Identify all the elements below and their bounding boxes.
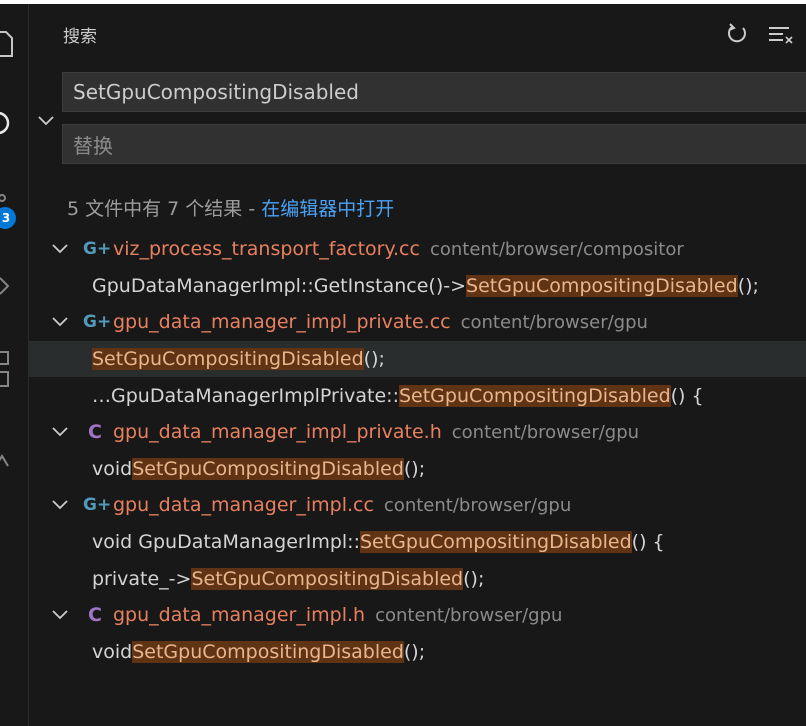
match-line[interactable]: void SetGpuCompositingDisabled (); (29, 634, 806, 671)
file-name: gpu_data_manager_impl.h (113, 604, 366, 627)
cpp-file-icon: G+ (83, 495, 112, 516)
search-panel: 搜索 SetGpuCompositingDisabled 替换 5 文件中有 7… (29, 4, 806, 726)
match-line[interactable]: GpuDataManagerImpl::GetInstance()-> SetGp… (29, 268, 806, 305)
match-prefix: void (92, 640, 133, 663)
file-name: gpu_data_manager_impl_private.cc (113, 311, 451, 334)
match-highlight: SetGpuCompositingDisabled (466, 274, 738, 297)
c-header-file-icon: C (88, 421, 102, 444)
chevron-down-icon[interactable] (51, 609, 69, 621)
match-suffix: () { (670, 384, 704, 407)
cpp-file-icon: G+ (83, 239, 112, 260)
match-line[interactable]: void GpuDataManagerImpl:: SetGpuCompositi… (29, 524, 806, 561)
file-result-row[interactable]: Cgpu_data_manager_impl_private.h content/… (29, 414, 806, 451)
file-path: content/browser/gpu (375, 604, 563, 626)
match-prefix: GpuDataManagerImpl::GetInstance()-> (92, 274, 467, 297)
match-suffix: (); (463, 567, 485, 590)
match-prefix: void GpuDataManagerImpl:: (92, 531, 360, 554)
match-highlight: SetGpuCompositingDisabled (132, 457, 404, 480)
match-highlight: SetGpuCompositingDisabled (92, 348, 364, 371)
match-highlight: SetGpuCompositingDisabled (359, 531, 632, 554)
results-count: 5 文件中有 7 个结果 - (67, 198, 262, 220)
clear-results-icon[interactable] (767, 22, 795, 46)
file-result-row[interactable]: G+ viz_process_transport_factory.cc conten… (29, 231, 806, 268)
match-suffix: (); (403, 640, 426, 663)
explorer-icon[interactable] (0, 26, 14, 60)
open-in-editor-link[interactable]: 在编辑器中打开 (261, 198, 394, 220)
match-suffix: (); (403, 457, 426, 480)
cpp-file-icon: G+ (83, 312, 112, 333)
activity-bar: 3 (0, 4, 29, 726)
file-path: content/browser/compositor (429, 238, 684, 260)
match-line[interactable]: private_-> SetGpuCompositingDisabled (); (29, 560, 806, 597)
chevron-down-icon[interactable] (51, 316, 69, 328)
file-path: content/browser/gpu (460, 311, 648, 333)
match-line[interactable]: SetGpuCompositingDisabled (); (29, 340, 806, 378)
match-highlight: SetGpuCompositingDisabled (191, 567, 464, 590)
testing-icon[interactable] (0, 450, 14, 470)
extensions-icon[interactable] (0, 348, 14, 392)
match-highlight: SetGpuCompositingDisabled (398, 384, 671, 407)
file-path: content/browser/gpu (451, 421, 640, 443)
chevron-down-icon[interactable] (51, 243, 69, 255)
run-debug-icon[interactable] (0, 274, 14, 298)
match-line[interactable]: …GpuDataManagerImplPrivate:: SetGpuCompos… (29, 377, 806, 414)
source-control-badge: 3 (0, 207, 16, 229)
match-prefix: …GpuDataManagerImplPrivate:: (92, 384, 399, 407)
search-icon[interactable] (0, 108, 14, 140)
file-name: gpu_data_manager_impl_private.h (113, 421, 442, 444)
file-path: content/browser/gpu (383, 494, 572, 516)
refresh-icon[interactable] (726, 22, 748, 46)
search-input[interactable]: SetGpuCompositingDisabled (62, 72, 806, 112)
results-tree: G+ viz_process_transport_factory.cc conten… (29, 231, 806, 670)
file-result-row[interactable]: G+ gpu_data_manager_impl.cc content/browse… (29, 487, 806, 524)
c-header-file-icon: C (88, 604, 102, 627)
chevron-down-icon[interactable] (51, 499, 69, 511)
match-line[interactable]: void SetGpuCompositingDisabled (); (29, 451, 806, 488)
file-name: viz_process_transport_factory.cc (113, 238, 420, 261)
panel-title: 搜索 (63, 27, 97, 47)
replace-input[interactable]: 替换 (62, 124, 806, 164)
match-suffix: (); (363, 348, 385, 371)
match-suffix: (); (737, 274, 759, 297)
match-highlight: SetGpuCompositingDisabled (132, 640, 404, 663)
match-prefix: void (92, 457, 133, 480)
file-result-row[interactable]: Cgpu_data_manager_impl.h content/browser/… (29, 597, 806, 634)
file-result-row[interactable]: G+ gpu_data_manager_impl_private.cc conten… (29, 304, 806, 341)
chevron-down-icon[interactable] (51, 426, 69, 438)
file-name: gpu_data_manager_impl.cc (113, 494, 374, 517)
match-suffix: () { (631, 531, 665, 554)
results-summary: 5 文件中有 7 个结果 - 在编辑器中打开 (67, 194, 394, 221)
toggle-replace-chevron-icon[interactable] (37, 114, 57, 128)
match-prefix: private_-> (92, 567, 192, 590)
